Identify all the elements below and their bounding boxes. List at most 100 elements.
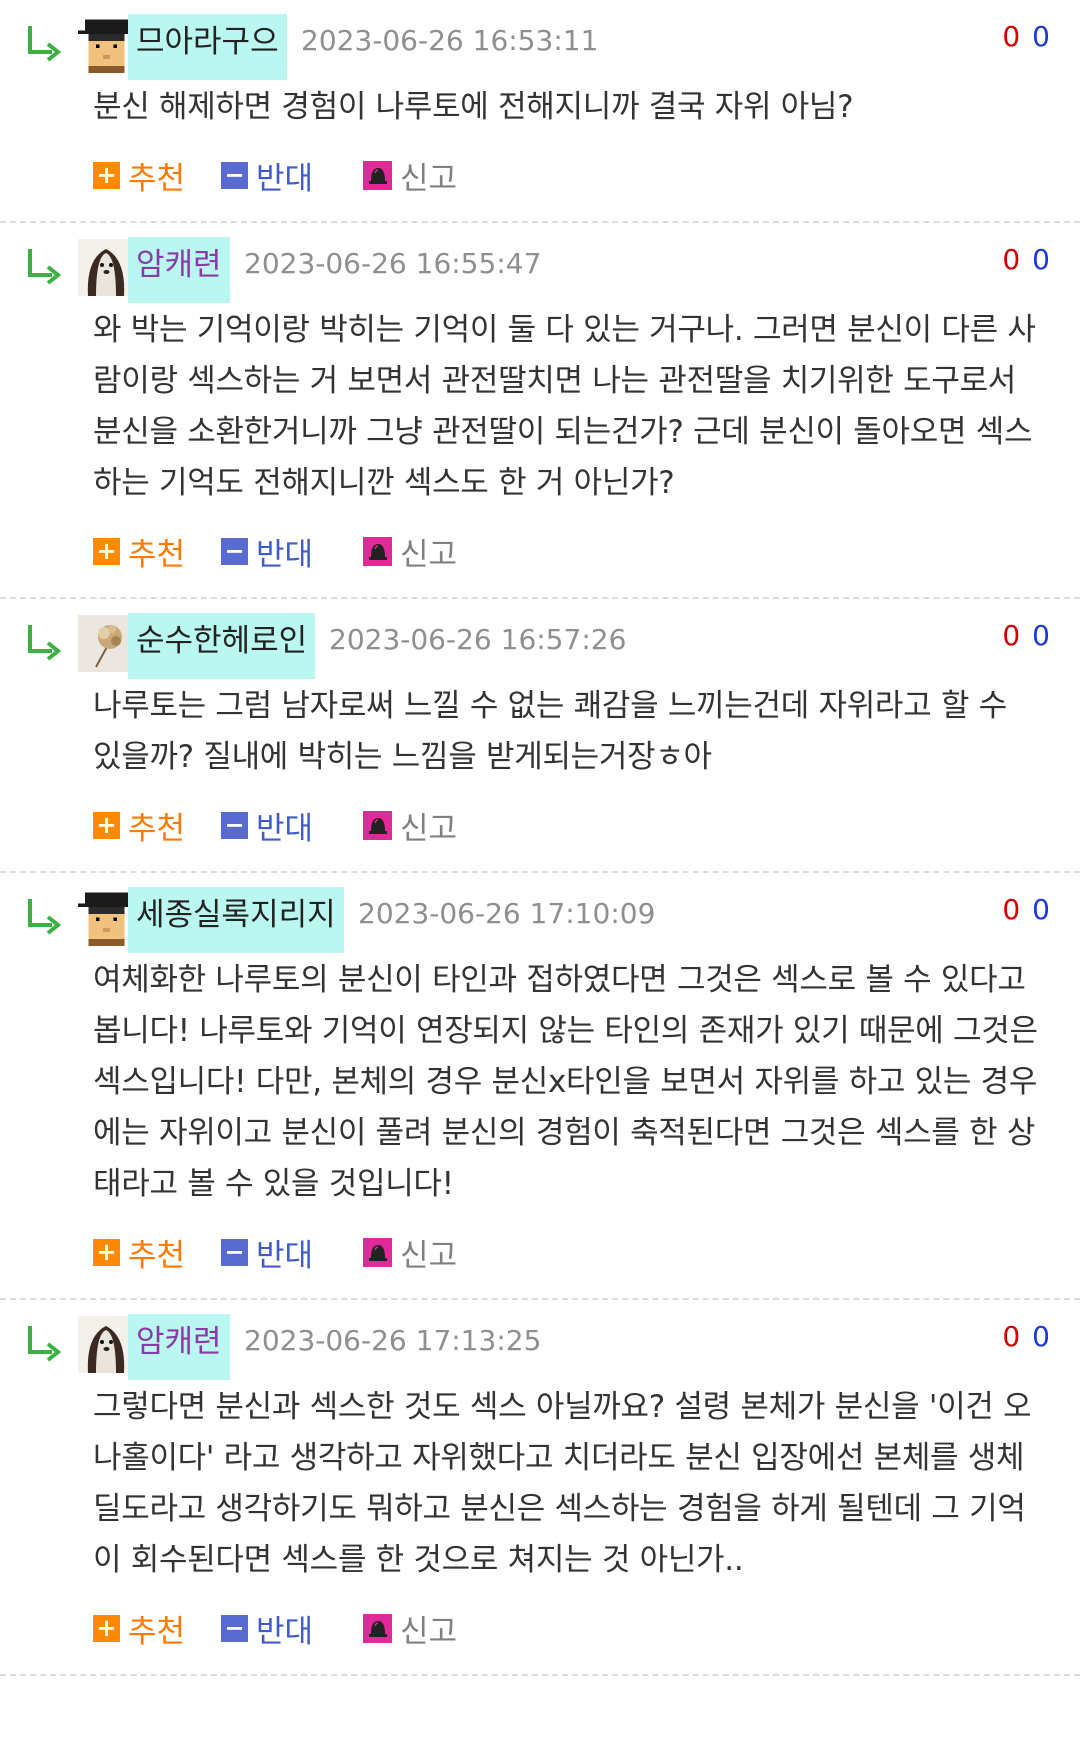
report-label: 신고	[400, 536, 458, 573]
minus-icon: −	[221, 537, 248, 565]
comment-text: 나루토는 그럼 남자로써 느낄 수 없는 쾌감을 느끼는건데 자위라고 할 수 …	[93, 688, 1007, 775]
vote-counts: 00	[1002, 893, 1052, 926]
nickname[interactable]: 암캐련	[128, 1314, 230, 1380]
oppose-button[interactable]: − 반대	[221, 531, 314, 573]
comment-header: 세종실록지리지 2023-06-26 17:10:09 00	[0, 873, 1080, 955]
oppose-label: 반대	[256, 1613, 314, 1650]
upvote-count: 0	[1002, 619, 1023, 652]
report-label: 신고	[400, 160, 458, 197]
recommend-label: 추천	[128, 810, 186, 847]
comment-item: 순수한헤로인 2023-06-26 16:57:26 00 나루토는 그럼 남자…	[0, 599, 1080, 873]
plus-icon: +	[93, 537, 120, 565]
plus-icon: +	[93, 1238, 120, 1266]
dried-flower-avatar[interactable]	[78, 615, 135, 672]
minus-icon: −	[221, 1238, 248, 1266]
vote-counts: 00	[1002, 20, 1052, 53]
comment-text: 그렇다면 분신과 섹스한 것도 섹스 아닐까요? 설령 본체가 분신을 '이건 …	[93, 1389, 1032, 1578]
siren-icon	[363, 810, 392, 840]
reply-arrow-icon	[28, 625, 62, 661]
siren-icon	[363, 1237, 392, 1267]
comment-header: 므아라구으 2023-06-26 16:53:11 00	[0, 0, 1080, 82]
plus-icon: +	[93, 161, 120, 189]
siren-icon	[363, 160, 392, 190]
minus-icon: −	[221, 1614, 248, 1642]
siren-icon	[363, 536, 392, 566]
report-button[interactable]: 신고	[363, 805, 458, 847]
comment-actions: + 추천 − 반대 신고	[0, 1210, 1080, 1298]
report-label: 신고	[400, 1237, 458, 1274]
recommend-label: 추천	[128, 536, 186, 573]
comment-list: 므아라구으 2023-06-26 16:53:11 00 분신 해제하면 경험이…	[0, 0, 1080, 1676]
comment-text: 분신 해제하면 경험이 나루토에 전해지니까 결국 자위 아님?	[93, 89, 854, 125]
reply-arrow-icon	[28, 249, 62, 285]
reply-arrow-icon	[28, 26, 62, 62]
comment-header: 순수한헤로인 2023-06-26 16:57:26 00	[0, 599, 1080, 681]
upvote-count: 0	[1002, 20, 1023, 53]
long-hair-dog-avatar[interactable]	[78, 1316, 135, 1373]
plus-icon: +	[93, 1614, 120, 1642]
pixel-character-avatar[interactable]	[78, 889, 135, 946]
comment-item: 므아라구으 2023-06-26 16:53:11 00 분신 해제하면 경험이…	[0, 0, 1080, 223]
downvote-count: 0	[1032, 20, 1052, 53]
comment-text: 여체화한 나루토의 분신이 타인과 접하였다면 그것은 섹스로 볼 수 있다고 …	[93, 962, 1038, 1202]
nickname[interactable]: 순수한헤로인	[128, 613, 316, 679]
oppose-button[interactable]: − 반대	[221, 1232, 314, 1274]
reply-arrow-icon	[28, 1326, 62, 1362]
reply-arrow-icon	[28, 899, 62, 935]
oppose-label: 반대	[256, 1237, 314, 1274]
comment-text: 와 박는 기억이랑 박히는 기억이 둘 다 있는 거구나. 그러면 분신이 다른…	[93, 312, 1036, 501]
vote-counts: 00	[1002, 1320, 1052, 1353]
comment-actions: + 추천 − 반대 신고	[0, 509, 1080, 597]
report-button[interactable]: 신고	[363, 1232, 458, 1274]
comment-actions: + 추천 − 반대 신고	[0, 1586, 1080, 1674]
downvote-count: 0	[1032, 893, 1052, 926]
vote-counts: 00	[1002, 243, 1052, 276]
recommend-button[interactable]: + 추천	[93, 1608, 186, 1650]
downvote-count: 0	[1032, 619, 1052, 652]
comment-date: 2023-06-26 17:13:25	[244, 1324, 542, 1357]
minus-icon: −	[221, 811, 248, 839]
comment-date: 2023-06-26 16:53:11	[301, 24, 599, 57]
minus-icon: −	[221, 161, 248, 189]
oppose-button[interactable]: − 반대	[221, 155, 314, 197]
comment-header: 암캐련 2023-06-26 17:13:25 00	[0, 1300, 1080, 1382]
nickname[interactable]: 암캐련	[128, 237, 230, 303]
comment-date: 2023-06-26 16:57:26	[329, 623, 627, 656]
oppose-button[interactable]: − 반대	[221, 805, 313, 847]
siren-icon	[363, 1613, 392, 1643]
plus-icon: +	[93, 811, 120, 839]
downvote-count: 0	[1032, 243, 1052, 276]
upvote-count: 0	[1002, 1320, 1023, 1353]
recommend-button[interactable]: + 추천	[93, 1232, 186, 1274]
nickname[interactable]: 세종실록지리지	[128, 887, 344, 953]
comment-item: 세종실록지리지 2023-06-26 17:10:09 00 여체화한 나루토의…	[0, 873, 1080, 1300]
comment-actions: + 추천 − 반대 신고	[0, 783, 1080, 871]
recommend-button[interactable]: + 추천	[93, 531, 186, 573]
comment-date: 2023-06-26 16:55:47	[244, 247, 542, 280]
recommend-button[interactable]: + 추천	[93, 155, 186, 197]
nickname[interactable]: 므아라구으	[128, 14, 287, 80]
pixel-character-avatar[interactable]	[78, 16, 135, 73]
recommend-label: 추천	[128, 1613, 186, 1650]
comment-date: 2023-06-26 17:10:09	[358, 897, 656, 930]
recommend-label: 추천	[128, 1237, 186, 1274]
recommend-button[interactable]: + 추천	[93, 805, 186, 847]
oppose-label: 반대	[256, 160, 314, 197]
comment-actions: + 추천 − 반대 신고	[0, 133, 1080, 221]
oppose-button[interactable]: − 반대	[221, 1608, 314, 1650]
oppose-label: 반대	[256, 536, 314, 573]
report-label: 신고	[400, 810, 458, 847]
comment-item: 암캐련 2023-06-26 16:55:47 00 와 박는 기억이랑 박히는…	[0, 223, 1080, 599]
downvote-count: 0	[1032, 1320, 1052, 1353]
report-button[interactable]: 신고	[363, 1608, 458, 1650]
recommend-label: 추천	[128, 160, 186, 197]
upvote-count: 0	[1002, 243, 1023, 276]
upvote-count: 0	[1002, 893, 1023, 926]
vote-counts: 00	[1002, 619, 1052, 652]
comment-item: 암캐련 2023-06-26 17:13:25 00 그렇다면 분신과 섹스한 …	[0, 1300, 1080, 1676]
long-hair-dog-avatar[interactable]	[78, 239, 135, 296]
report-button[interactable]: 신고	[363, 531, 458, 573]
report-button[interactable]: 신고	[363, 155, 458, 197]
comment-header: 암캐련 2023-06-26 16:55:47 00	[0, 223, 1080, 305]
report-label: 신고	[400, 1613, 458, 1650]
